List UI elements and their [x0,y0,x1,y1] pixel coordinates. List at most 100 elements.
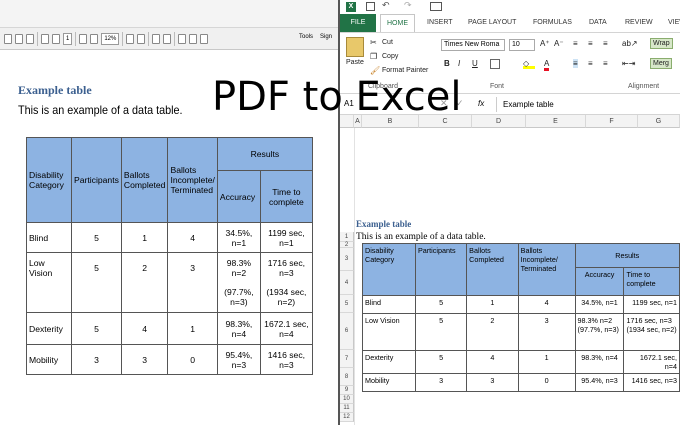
column-header[interactable]: G [638,115,680,128]
cut-button[interactable]: Cut [382,39,393,46]
prev-page-icon[interactable] [41,33,49,44]
tab-formulas[interactable]: FORMULAS [533,14,572,32]
indent-icon[interactable]: ⇤⇥ [622,59,635,68]
tab-insert[interactable]: INSERT [427,14,453,32]
row-header[interactable]: 6 [340,313,354,350]
tab-data[interactable]: DATA [589,14,607,32]
grow-font-icon[interactable]: A⁺ [540,39,550,48]
italic-icon[interactable]: I [458,59,460,68]
email-icon[interactable] [26,33,34,44]
row-header[interactable]: 10 [340,395,354,404]
print-icon[interactable] [15,33,23,44]
column-header[interactable]: F [586,115,638,128]
hand-icon[interactable] [163,33,172,44]
align-top-icon[interactable]: ≡ [573,39,578,48]
tab-file[interactable]: FILE [340,14,376,32]
table-cell[interactable]: 95.4%, n=3 [574,373,625,392]
table-cell[interactable]: 3 [414,373,468,392]
comment-icon[interactable] [178,33,187,44]
row-header[interactable]: 8 [340,368,354,386]
copy-button[interactable]: Copy [382,53,398,60]
table-cell[interactable]: 1672.1 sec, n=4 [623,350,680,374]
scissors-icon[interactable] [152,33,161,44]
table-cell[interactable]: 4 [466,350,519,374]
row-header[interactable]: 5 [340,295,354,313]
next-page-icon[interactable] [52,33,60,44]
table-cell[interactable]: Blind [362,295,416,314]
cell-subtitle[interactable]: This is an example of a data table. [356,232,486,242]
borders-icon[interactable] [490,59,500,69]
stamp-icon[interactable] [200,33,209,44]
page-number-input[interactable]: 1 [63,32,73,45]
table-cell[interactable]: 1199 sec, n=1 [623,295,680,314]
cell-heading[interactable]: Example table [356,219,411,229]
align-left-icon[interactable]: ≡ [573,59,578,68]
row-header[interactable]: 11 [340,404,354,413]
wrap-text-button[interactable]: Wrap [650,38,673,49]
subheader-accuracy[interactable]: Accuracy [574,267,625,296]
zoom-in-icon[interactable] [90,33,99,44]
tab-home[interactable]: HOME [380,14,415,32]
column-header[interactable]: D [472,115,526,128]
table-cell[interactable]: 0 [517,373,576,392]
bold-icon[interactable]: B [444,59,450,68]
table-cell[interactable]: 1 [466,295,519,314]
save-icon[interactable] [366,2,375,11]
header-participants[interactable]: Participants [414,243,468,296]
table-cell[interactable]: 1 [517,350,576,374]
header-ballots-incomplete[interactable]: Ballots Incomplete/ Terminated [517,243,576,296]
insert-function-icon[interactable]: fx [478,99,484,108]
underline-icon[interactable]: U [472,59,478,68]
cut-icon[interactable]: ✂ [370,38,377,47]
table-cell[interactable]: 5 [414,350,468,374]
table-cell[interactable]: 3 [517,313,576,351]
sign-button[interactable]: Sign [320,34,332,40]
fill-color-icon[interactable]: ◇ [523,59,535,69]
save-icon[interactable] [4,33,12,44]
merge-center-button[interactable]: Merg [650,58,672,69]
format-painter-button[interactable]: Format Painter [382,67,428,74]
undo-icon[interactable]: ↶ [382,0,390,11]
align-center-icon[interactable]: ≡ [588,59,593,68]
zoom-out-icon[interactable] [79,33,88,44]
fit-width-icon[interactable] [137,33,146,44]
subheader-time[interactable]: Time to complete [623,267,680,296]
customize-icon[interactable] [430,2,442,11]
table-cell[interactable]: 1716 sec, n=3 (1934 sec, n=2) [623,313,680,351]
tools-button[interactable]: Tools [299,34,313,40]
font-color-icon[interactable]: A [544,59,550,71]
table-cell[interactable]: 4 [517,295,576,314]
copy-icon[interactable]: ❐ [370,52,377,61]
tab-review[interactable]: REVIEW [625,14,653,32]
table-cell[interactable]: 5 [414,313,468,351]
align-right-icon[interactable]: ≡ [603,59,608,68]
tab-page-layout[interactable]: PAGE LAYOUT [468,14,516,32]
column-header[interactable]: E [526,115,586,128]
align-middle-icon[interactable]: ≡ [588,39,593,48]
orientation-icon[interactable]: ab↗ [622,39,638,48]
shrink-font-icon[interactable]: A⁻ [554,39,564,48]
zoom-select[interactable]: 12% [101,32,120,45]
row-header[interactable]: 12 [340,413,354,422]
table-cell[interactable]: 98.3% n=2 (97.7%, n=3) [574,313,625,351]
table-cell[interactable]: Mobility [362,373,416,392]
table-cell[interactable]: 98.3%, n=4 [574,350,625,374]
table-cell[interactable]: 34.5%, n=1 [574,295,625,314]
table-cell[interactable]: 5 [414,295,468,314]
table-cell[interactable]: 2 [466,313,519,351]
font-name-select[interactable]: Times New Roma [441,39,505,51]
row-header[interactable]: 9 [340,386,354,395]
row-header[interactable]: 1 [340,232,354,242]
formula-input[interactable]: Example table [496,97,680,112]
header-disability-category[interactable]: Disability Category [362,243,416,296]
row-header[interactable]: 4 [340,271,354,295]
paste-button[interactable]: Paste [346,59,364,66]
row-header[interactable]: 3 [340,248,354,271]
table-cell[interactable]: Dexterity [362,350,416,374]
table-cell[interactable]: 3 [466,373,519,392]
header-ballots-completed[interactable]: Ballots Completed [466,243,519,296]
header-results[interactable]: Results [574,243,680,268]
table-cell[interactable]: Low Vision [362,313,416,351]
paste-icon[interactable] [346,37,364,57]
redo-icon[interactable]: ↷ [404,0,412,11]
